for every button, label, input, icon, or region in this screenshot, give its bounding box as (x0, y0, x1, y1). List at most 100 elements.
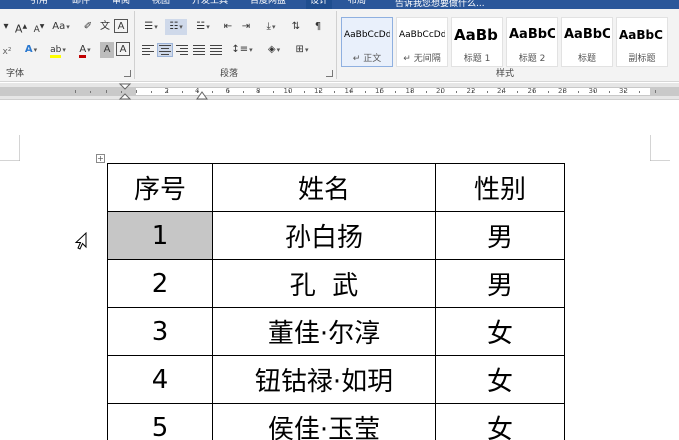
ruler-number: 8 (256, 87, 261, 95)
show-marks-button[interactable]: ¶ (310, 19, 326, 35)
table-cell[interactable]: 3 (107, 307, 213, 356)
enclose-characters-button[interactable]: A (114, 19, 128, 33)
table-cell[interactable]: 4 (107, 355, 213, 404)
grow-font-button[interactable]: A▲ (14, 19, 28, 36)
pilcrow-icon: ¶ (314, 21, 322, 32)
ribbon-tab-strip: 引用 邮件 审阅 视图 开发工具 百度网盘 设计 布局 (0, 0, 679, 9)
font-dialog-launcher[interactable] (124, 70, 131, 77)
numbering-button[interactable]: ☷ (165, 19, 187, 35)
tab-developer[interactable]: 开发工具 (192, 0, 228, 9)
table-cell[interactable]: 钮钴禄·如玥 (212, 355, 436, 404)
font-size-dropdown[interactable]: ▾ (0, 19, 12, 35)
style-title[interactable]: AaBbC 标题 (561, 17, 613, 67)
style-heading-2[interactable]: AaBbC 标题 2 (506, 17, 558, 67)
font-color-button[interactable]: A (74, 42, 96, 58)
ruler-tick (547, 91, 549, 93)
style-name: 副标题 (628, 54, 656, 64)
ruler-tick (639, 91, 641, 93)
table-move-handle-icon[interactable]: + (96, 154, 105, 163)
document-page[interactable]: + 序号 姓名 性别 1 孙白扬 男 2 孔 武 男 3 董佳·尔淳 女 4 钮… (0, 101, 679, 440)
ruler-tick (654, 90, 656, 93)
numbered-list-icon: ☷ (169, 21, 179, 32)
table-cell[interactable]: 孔 武 (212, 259, 436, 308)
table-cell[interactable]: 女 (435, 355, 565, 404)
line-spacing-button[interactable]: ↕≡ (229, 42, 255, 58)
text-effects-button[interactable]: A (20, 42, 42, 58)
align-left-icon[interactable] (141, 44, 155, 56)
align-right-icon[interactable] (175, 44, 189, 56)
column-marker-icon[interactable] (196, 89, 208, 100)
ruler-number: 24 (497, 87, 506, 95)
table-cell[interactable]: 侯佳·玉莹 (212, 403, 436, 440)
shrink-font-button[interactable]: A▼ (32, 19, 46, 35)
table-cell[interactable]: 董佳·尔淳 (212, 307, 436, 356)
bullets-button[interactable]: ☰ (140, 19, 162, 35)
character-shading-button[interactable]: A (100, 42, 114, 58)
ruler-number: 22 (466, 87, 476, 95)
clear-formatting-button[interactable]: ✐ (80, 19, 96, 35)
sort-button[interactable]: ⇅ (288, 19, 304, 35)
style-subtitle[interactable]: AaBbC 副标题 (616, 17, 668, 67)
style-sample: AaBbC (619, 28, 663, 42)
justify-icon[interactable] (192, 44, 206, 56)
table-header-row: 序号 姓名 性别 (107, 163, 565, 212)
chinese-layout-button[interactable]: ⤓ (260, 19, 282, 35)
distributed-icon[interactable] (209, 44, 223, 56)
header-cell-name[interactable]: 姓名 (212, 163, 436, 212)
style-sample: AaBbC (509, 27, 555, 42)
tab-review[interactable]: 审阅 (112, 0, 130, 9)
ruler-number: 16 (375, 87, 384, 95)
horizontal-ruler[interactable]: 2 4 6 8 10 12 14 16 18 20 22 24 26 28 30 32 (0, 83, 679, 100)
ruler-number: 10 (283, 87, 293, 95)
decrease-indent-button[interactable]: ⇤ (220, 19, 236, 35)
table-cell[interactable]: 2 (107, 259, 213, 308)
group-separator (134, 11, 135, 79)
shading-button[interactable]: ◈ (262, 42, 286, 58)
styles-gallery: AaBbCcDd ↵ 正文 AaBbCcDd ↵ 无间隔 AaBb 标题 1 A… (341, 17, 679, 67)
ruler-number: 14 (344, 87, 354, 95)
table-cell-selected[interactable]: 1 (107, 211, 213, 260)
borders-button[interactable]: ⊞ (290, 42, 314, 58)
table-cell[interactable]: 女 (435, 307, 565, 356)
highlight-color-button[interactable]: ab (46, 42, 70, 58)
style-sample: AaBbC (564, 27, 610, 42)
style-no-spacing[interactable]: AaBbCcDd ↵ 无间隔 (396, 17, 448, 67)
page-corner-mark (650, 135, 670, 161)
tab-layout[interactable]: 布局 (348, 0, 366, 9)
font-color-icon: A (79, 44, 87, 58)
tab-mailings[interactable]: 邮件 (72, 0, 90, 9)
tell-me-search[interactable]: 告诉我您想要做什么... (395, 0, 485, 9)
character-border-button[interactable]: A (116, 42, 130, 56)
table-cell[interactable]: 孙白扬 (212, 211, 436, 260)
char-border-icon: A (119, 44, 127, 55)
paragraph-dialog-launcher[interactable] (326, 70, 333, 77)
table-cell[interactable]: 女 (435, 403, 565, 440)
decrease-indent-icon: ⇤ (223, 21, 233, 32)
table-cell[interactable]: 男 (435, 211, 565, 260)
indent-marker-icon[interactable] (118, 83, 132, 100)
align-center-icon[interactable] (157, 43, 173, 57)
table-row: 3 董佳·尔淳 女 (107, 307, 565, 356)
tab-view[interactable]: 视图 (152, 0, 170, 9)
tab-references[interactable]: 引用 (30, 0, 48, 9)
increase-indent-button[interactable]: ⇥ (238, 19, 254, 35)
data-table: 序号 姓名 性别 1 孙白扬 男 2 孔 武 男 3 董佳·尔淳 女 4 钮钴禄… (107, 163, 565, 440)
ruler-number: 2 (164, 87, 169, 95)
header-cell-index[interactable]: 序号 (107, 163, 213, 212)
table-row: 2 孔 武 男 (107, 259, 565, 308)
style-normal[interactable]: AaBbCcDd ↵ 正文 (341, 17, 393, 67)
phonetic-guide-button[interactable]: 文 (98, 19, 112, 35)
table-cell[interactable]: 5 (107, 403, 213, 440)
tab-design[interactable]: 设计 (306, 0, 333, 9)
multilevel-list-button[interactable]: ☱ (192, 19, 214, 35)
style-heading-1[interactable]: AaBb 标题 1 (451, 17, 503, 67)
ruler-tick (486, 91, 488, 93)
tab-baidu-netdisk[interactable]: 百度网盘 (250, 0, 286, 9)
subscript-overflow-icon[interactable]: x² (2, 44, 12, 60)
table-cell[interactable]: 男 (435, 259, 565, 308)
ruler-number: 20 (436, 87, 445, 95)
change-case-button[interactable]: Aa (50, 19, 72, 35)
header-cell-gender[interactable]: 性别 (435, 163, 565, 212)
ruler-tick (212, 91, 214, 93)
ruler-tick (75, 90, 76, 93)
